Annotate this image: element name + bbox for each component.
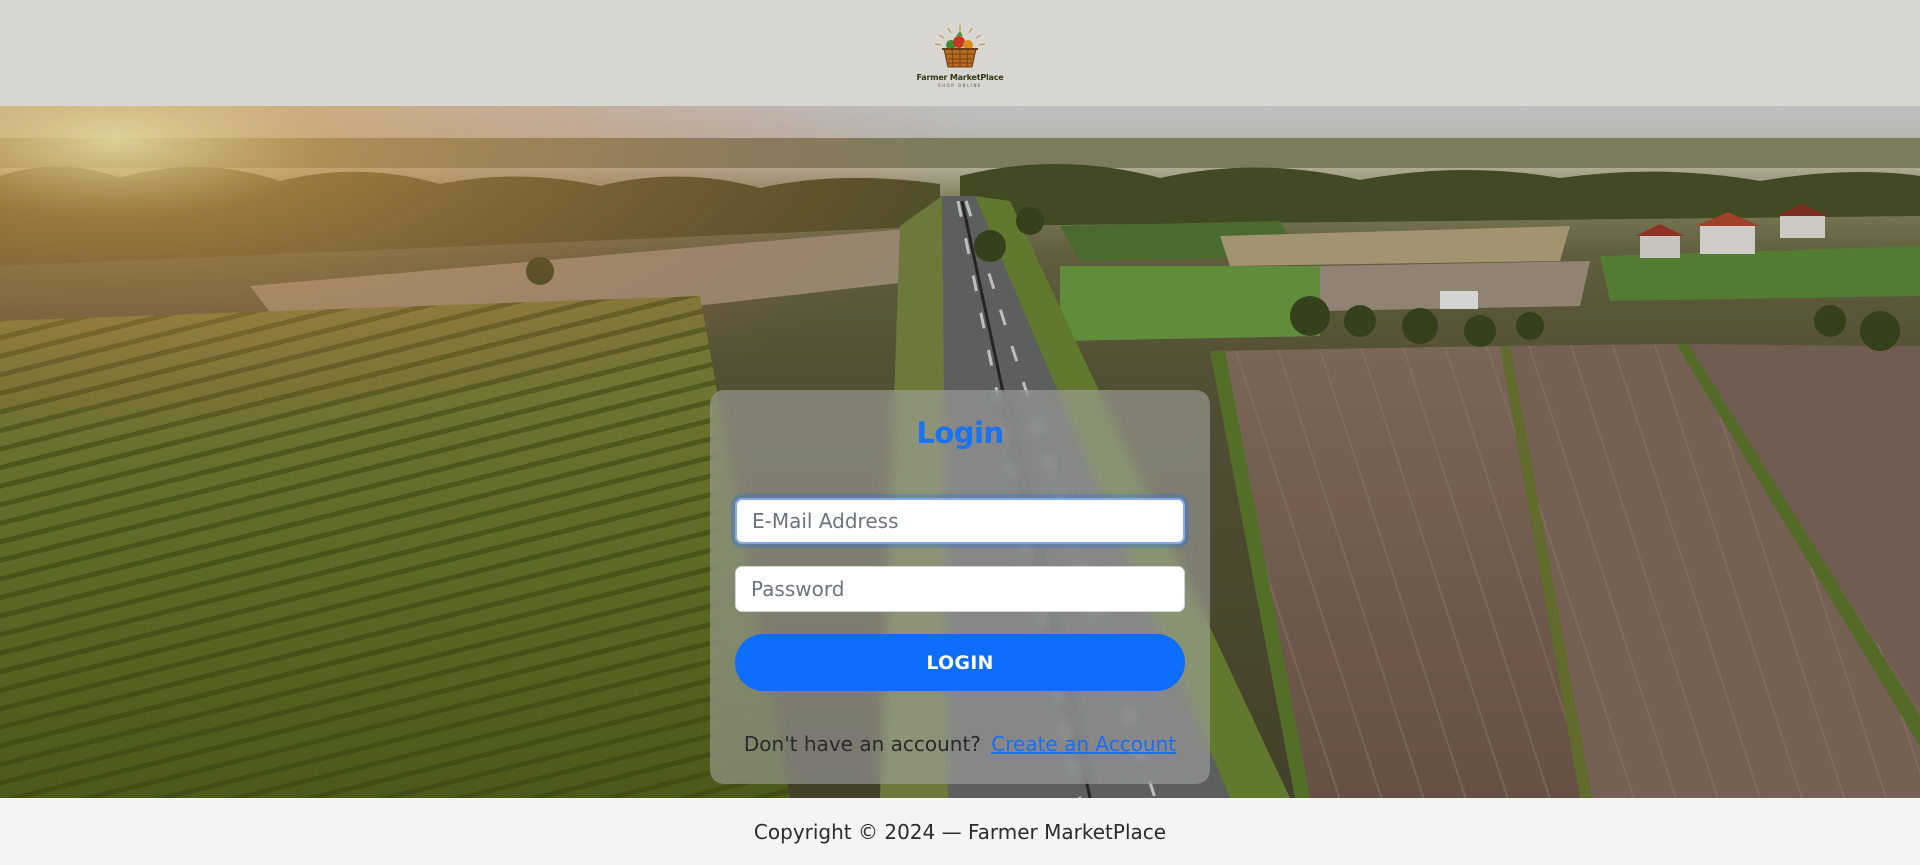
site-footer: Copyright © 2024 — Farmer MarketPlace	[0, 798, 1920, 865]
login-title: Login	[916, 416, 1004, 450]
no-account-text: Don't have an account?	[743, 732, 981, 756]
create-account-link[interactable]: Create an Account	[991, 732, 1176, 756]
site-logo[interactable]: Farmer MarketPlace SHOP ONLINE	[916, 23, 1004, 88]
signup-prompt: Don't have an account? Create an Account	[710, 732, 1210, 756]
basket-logo-icon	[934, 24, 986, 67]
logo-name: Farmer MarketPlace	[916, 72, 1004, 82]
site-header: Farmer MarketPlace SHOP ONLINE	[0, 0, 1920, 106]
password-input[interactable]: Password	[735, 566, 1185, 612]
email-input[interactable]: E-Mail Address	[735, 498, 1185, 544]
copyright-text: Copyright © 2024 — Farmer MarketPlace	[753, 819, 1167, 844]
logo-tagline: SHOP ONLINE	[938, 82, 982, 88]
login-card: Login E-Mail Address Password LOGIN Don'…	[710, 390, 1210, 784]
login-button[interactable]: LOGIN	[735, 634, 1185, 691]
hero-background: Login E-Mail Address Password LOGIN Don'…	[0, 106, 1920, 798]
